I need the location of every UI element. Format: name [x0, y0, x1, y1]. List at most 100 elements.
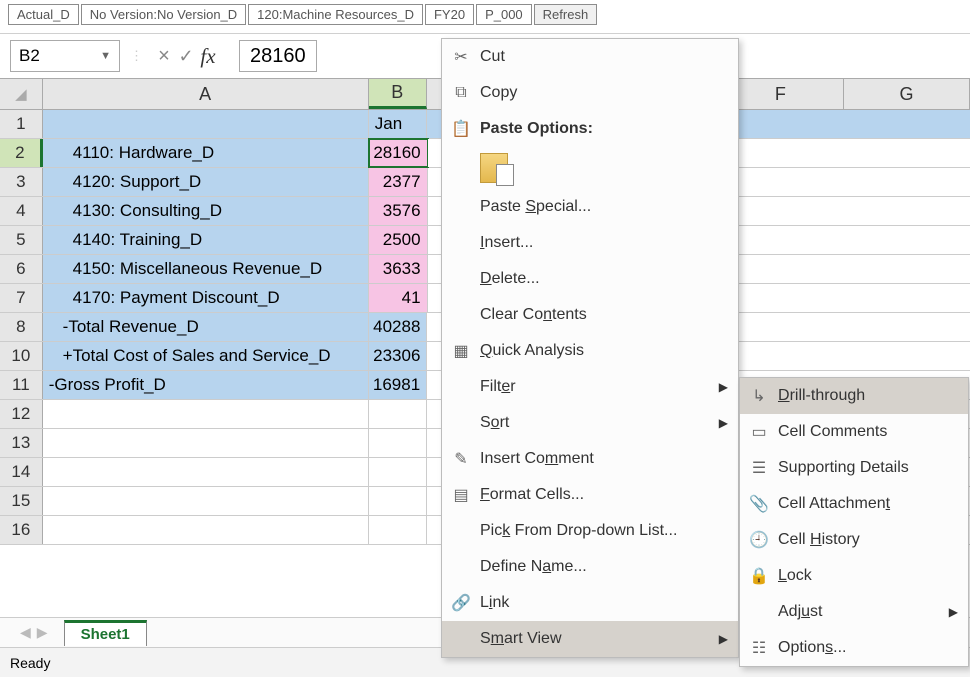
cell-a[interactable] [43, 110, 369, 138]
cell-a[interactable]: 4150: Miscellaneous Revenue_D [43, 255, 370, 283]
cell-a[interactable]: -Total Revenue_D [43, 313, 369, 341]
sheet-nav-next-icon[interactable]: ▶ [37, 624, 48, 641]
row-header[interactable]: 6 [0, 255, 43, 283]
menu-clear-contents[interactable]: Clear Contents [442, 297, 738, 333]
details-icon: ☰ [748, 458, 770, 478]
row-header[interactable]: 13 [0, 429, 43, 457]
menu-lock[interactable]: 🔒Lock [740, 558, 968, 594]
quick-analysis-icon: ▦ [450, 341, 472, 361]
filter-actual[interactable]: Actual_D [8, 4, 79, 25]
menu-insert-comment[interactable]: ✎Insert Comment [442, 441, 738, 477]
sheet-tab-1[interactable]: Sheet1 [64, 620, 147, 646]
col-header-a[interactable]: A [43, 79, 369, 109]
menu-smart-view[interactable]: Smart View▶ [442, 621, 738, 657]
comment-icon: ✎ [450, 449, 472, 469]
refresh-button[interactable]: Refresh [534, 4, 598, 25]
cell-a[interactable]: 4120: Support_D [43, 168, 370, 196]
cell-b[interactable]: 28160 [369, 139, 427, 167]
menu-define-name[interactable]: Define Name... [442, 549, 738, 585]
row-header[interactable]: 2 [0, 139, 43, 167]
cell-a[interactable]: 4170: Payment Discount_D [43, 284, 370, 312]
cell[interactable] [369, 516, 427, 544]
filter-machine[interactable]: 120:Machine Resources_D [248, 4, 423, 25]
cell-b[interactable]: 23306 [369, 342, 427, 370]
drill-icon: ↳ [748, 386, 770, 406]
select-all-corner[interactable]: ◢ [0, 79, 43, 109]
menu-quick-analysis[interactable]: ▦Quick Analysis [442, 333, 738, 369]
cell-b[interactable]: 16981 [369, 371, 427, 399]
cell[interactable] [43, 458, 369, 486]
row-header[interactable]: 15 [0, 487, 43, 515]
enter-icon[interactable]: ✓ [175, 46, 197, 67]
row-header[interactable]: 16 [0, 516, 43, 544]
menu-paste-special[interactable]: Paste Special... [442, 189, 738, 225]
menu-cell-history[interactable]: 🕘Cell History [740, 522, 968, 558]
name-box[interactable]: B2 ▼ [10, 40, 120, 72]
menu-link[interactable]: 🔗Link [442, 585, 738, 621]
menu-supporting-details[interactable]: ☰Supporting Details [740, 450, 968, 486]
cell-b[interactable]: 40288 [369, 313, 427, 341]
cell-b[interactable]: 3633 [369, 255, 427, 283]
row-header[interactable]: 14 [0, 458, 43, 486]
filter-fy[interactable]: FY20 [425, 4, 474, 25]
row-header[interactable]: 11 [0, 371, 43, 399]
menu-sort[interactable]: Sort▶ [442, 405, 738, 441]
filter-p[interactable]: P_000 [476, 4, 532, 25]
sheet-nav-prev-icon[interactable]: ◀ [20, 624, 31, 641]
cell[interactable] [369, 458, 427, 486]
cell[interactable] [43, 400, 369, 428]
smart-view-submenu: ↳Drill-through ▭Cell Comments ☰Supportin… [739, 377, 969, 667]
chevron-right-icon: ▶ [949, 605, 958, 619]
row-header[interactable]: 8 [0, 313, 43, 341]
fx-icon[interactable]: fx [197, 44, 219, 69]
cell-a[interactable]: 4140: Training_D [43, 226, 370, 254]
menu-copy[interactable]: ⧉Copy [442, 75, 738, 111]
menu-pick-list[interactable]: Pick From Drop-down List... [442, 513, 738, 549]
name-box-caret-icon: ▼ [100, 50, 111, 62]
menu-filter[interactable]: Filter▶ [442, 369, 738, 405]
col-header-b[interactable]: B [369, 79, 427, 109]
row-header[interactable]: 12 [0, 400, 43, 428]
row-header[interactable]: 3 [0, 168, 43, 196]
cell-a[interactable]: +Total Cost of Sales and Service_D [43, 342, 369, 370]
menu-cell-attachment[interactable]: 📎Cell Attachment [740, 486, 968, 522]
paste-default-icon[interactable] [480, 153, 508, 183]
row-header[interactable]: 5 [0, 226, 43, 254]
menu-insert[interactable]: Insert... [442, 225, 738, 261]
row-header[interactable]: 4 [0, 197, 43, 225]
row-header[interactable]: 7 [0, 284, 43, 312]
menu-cell-comments[interactable]: ▭Cell Comments [740, 414, 968, 450]
cell[interactable] [369, 429, 427, 457]
cell[interactable] [43, 516, 369, 544]
formula-value[interactable]: 28160 [239, 40, 317, 72]
cell-b[interactable]: 2377 [369, 168, 427, 196]
row-header[interactable]: 1 [0, 110, 43, 138]
cell-a[interactable]: 4130: Consulting_D [43, 197, 370, 225]
paste-options-icons [442, 147, 738, 189]
cell-b[interactable]: 3576 [369, 197, 427, 225]
cell-a[interactable]: -Gross Profit_D [43, 371, 369, 399]
chevron-right-icon: ▶ [719, 632, 728, 646]
menu-options[interactable]: ☷Options... [740, 630, 968, 666]
cell[interactable] [369, 487, 427, 515]
cell-a[interactable]: 4110: Hardware_D [43, 139, 370, 167]
lock-icon: 🔒 [748, 566, 770, 586]
menu-cut[interactable]: ✂Cut [442, 39, 738, 75]
cell-b[interactable]: 41 [369, 284, 427, 312]
divider: ⋮ [130, 48, 143, 64]
menu-drill-through[interactable]: ↳Drill-through [740, 378, 968, 414]
menu-adjust[interactable]: Adjust▶ [740, 594, 968, 630]
copy-icon: ⧉ [450, 84, 472, 102]
cancel-icon[interactable]: × [153, 45, 175, 68]
comments-icon: ▭ [748, 422, 770, 442]
cell[interactable] [43, 487, 369, 515]
filter-version[interactable]: No Version:No Version_D [81, 4, 246, 25]
menu-delete[interactable]: Delete... [442, 261, 738, 297]
cell-b[interactable]: Jan [369, 110, 427, 138]
cell[interactable] [43, 429, 369, 457]
menu-format-cells[interactable]: ▤Format Cells... [442, 477, 738, 513]
col-header-g[interactable]: G [844, 79, 970, 109]
cell-b[interactable]: 2500 [369, 226, 427, 254]
cell[interactable] [369, 400, 427, 428]
row-header[interactable]: 10 [0, 342, 43, 370]
